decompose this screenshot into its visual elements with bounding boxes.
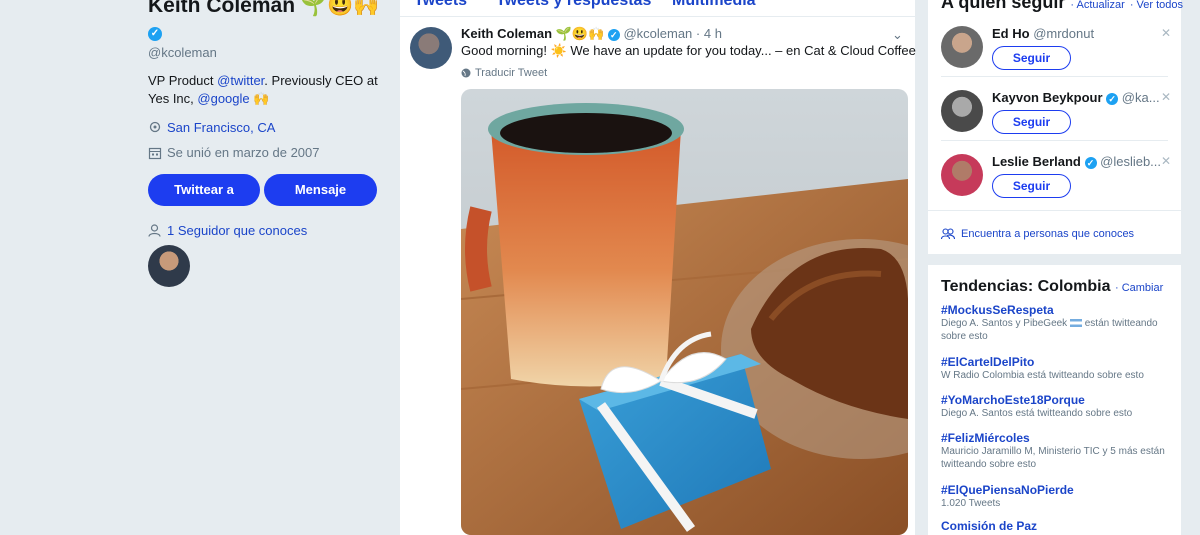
find-people-link[interactable]: Encuentra a personas que conoces [941, 228, 1134, 240]
suggestion-handle: @ka... [1121, 90, 1160, 105]
trend-item[interactable]: #ElQuePiensaNoPierde 1.020 Tweets [941, 483, 1171, 510]
divider [928, 210, 1181, 211]
trend-tag[interactable]: #ElQuePiensaNoPierde [941, 483, 1171, 497]
profile-handle: @kcoleman [148, 45, 217, 60]
suggestion-handle: @leslieb... [1100, 154, 1162, 169]
profile-name: Keith Coleman [148, 0, 296, 17]
profile-tabs: Tweets Tweets y respuestas Multimedia [400, 0, 915, 16]
chevron-down-icon[interactable]: ⌄ [892, 27, 903, 43]
trend-tag[interactable]: #MockusSeRespeta [941, 303, 1171, 317]
profile-name-row: Keith Coleman 🌱😃🙌 [148, 0, 379, 18]
tab-media[interactable]: Multimedia [672, 0, 756, 10]
tweet-author-handle[interactable]: @kcoleman [623, 26, 692, 41]
view-all-link[interactable]: · Ver todos [1130, 0, 1183, 11]
trend-item[interactable]: #YoMarchoEste18Porque Diego A. Santos es… [941, 393, 1171, 420]
tab-tweets[interactable]: Tweets [414, 0, 467, 10]
tweet-timeline: Keith Coleman 🌱😃🙌 ✓ @kcoleman · 4 h ⌄ Go… [400, 17, 916, 535]
user-icon [148, 224, 161, 237]
followers-you-know-link[interactable]: 1 Seguidor que conoces [148, 223, 307, 238]
change-link[interactable]: · Cambiar [1115, 282, 1163, 294]
joined-text: Se unió en marzo de 2007 [167, 145, 320, 160]
verified-badge-icon: ✓ [607, 28, 620, 41]
profile-emoji: 🌱😃🙌 [300, 0, 380, 17]
bio-text: VP Product [148, 73, 218, 88]
verified-badge-icon: ✓ [1106, 92, 1119, 105]
suggestion-name[interactable]: Kayvon Beykpour [992, 90, 1103, 105]
trend-context: 1.020 Tweets [941, 498, 1001, 509]
follow-button[interactable]: Seguir [992, 46, 1071, 70]
tweet-author-emoji: 🌱😃🙌 [555, 26, 605, 41]
close-icon[interactable]: ✕ [1161, 154, 1171, 168]
profile-location: San Francisco, CA [148, 120, 275, 135]
suggestion-name-row: Ed Ho @mrdonut [992, 26, 1094, 41]
bio-emoji: 🙌 [253, 91, 270, 106]
divider [941, 140, 1168, 141]
bio-link-twitter[interactable]: @twitter [217, 73, 264, 88]
argentina-flag-icon [1069, 319, 1082, 328]
trend-item[interactable]: #FelizMiércoles Mauricio Jaramillo M, Mi… [941, 431, 1171, 471]
translate-label: Traducir Tweet [475, 67, 548, 79]
trend-tag[interactable]: #FelizMiércoles [941, 431, 1171, 445]
trend-context: Diego A. Santos y PibeGeek están twittea… [941, 317, 1171, 343]
profile-joined: Se unió en marzo de 2007 [148, 145, 320, 160]
follow-button[interactable]: Seguir [992, 174, 1071, 198]
trend-context-text: Diego A. Santos y PibeGeek [941, 318, 1068, 329]
tweet-to-button[interactable]: Twittear a [148, 174, 260, 206]
tweet-author-name[interactable]: Keith Coleman [461, 26, 552, 41]
suggestion-avatar[interactable] [941, 90, 983, 132]
suggestion-item: Ed Ho @mrdonut ✕ Seguir [928, 20, 1181, 84]
close-icon[interactable]: ✕ [1161, 90, 1171, 104]
tweet-photo[interactable] [461, 89, 908, 535]
divider [941, 76, 1168, 77]
who-to-follow-card: A quién seguir · Actualizar · Ver todos … [928, 0, 1183, 254]
suggestion-avatar[interactable] [941, 154, 983, 196]
follower-avatar[interactable] [148, 245, 190, 287]
suggestion-item: Kayvon Beykpour ✓ @ka... ✕ Seguir [928, 84, 1181, 148]
translate-tweet-link[interactable]: Traducir Tweet [461, 67, 547, 79]
location-link[interactable]: San Francisco, CA [167, 120, 275, 135]
followers-you-know-label: 1 Seguidor que conoces [167, 223, 308, 238]
tab-tweets-and-replies[interactable]: Tweets y respuestas [496, 0, 651, 10]
coffee-gift-image [461, 89, 908, 535]
who-to-follow-title: A quién seguir · Actualizar · Ver todos [941, 0, 1183, 13]
suggestion-name-row: Kayvon Beykpour ✓ @ka... [992, 90, 1160, 105]
suggestion-name[interactable]: Ed Ho [992, 26, 1030, 41]
trend-tag[interactable]: Comisión de Paz [941, 519, 1171, 533]
tweet-header: Keith Coleman 🌱😃🙌 ✓ @kcoleman · 4 h [461, 26, 722, 42]
verified-badge-icon: ✓ [1084, 156, 1097, 169]
tweet-timestamp[interactable]: · 4 h [696, 26, 722, 41]
bio-link-google[interactable]: @google [197, 91, 249, 106]
suggestion-avatar[interactable] [941, 26, 983, 68]
trend-tag[interactable]: #ElCartelDelPito [941, 355, 1171, 369]
people-icon [941, 228, 955, 240]
close-icon[interactable]: ✕ [1161, 26, 1171, 40]
trends-title: Tendencias: Colombia · Cambiar [941, 278, 1163, 296]
find-people-label: Encuentra a personas que conoces [961, 228, 1135, 240]
trend-item[interactable]: Comisión de Paz [941, 519, 1171, 533]
follow-button[interactable]: Seguir [992, 110, 1071, 134]
trend-item[interactable]: #ElCartelDelPito W Radio Colombia está t… [941, 355, 1171, 382]
suggestion-item: Leslie Berland ✓ @leslieb... ✕ Seguir [928, 148, 1181, 212]
trend-context: Mauricio Jaramillo M, Ministerio TIC y 5… [941, 446, 1165, 470]
profile-bio: VP Product @twitter. Previously CEO at Y… [148, 72, 378, 108]
verified-badge-icon: ✓ [148, 27, 162, 41]
location-pin-icon [149, 121, 161, 132]
trend-context: W Radio Colombia está twitteando sobre e… [941, 370, 1144, 381]
suggestion-name-row: Leslie Berland ✓ @leslieb... [992, 154, 1161, 169]
who-to-follow-heading: A quién seguir [941, 0, 1066, 12]
tweet-author-avatar[interactable] [410, 27, 452, 69]
trend-tag[interactable]: #YoMarchoEste18Porque [941, 393, 1171, 407]
message-button[interactable]: Mensaje [264, 174, 377, 206]
suggestion-handle: @mrdonut [1033, 26, 1095, 41]
trends-heading: Tendencias: Colombia [941, 278, 1111, 295]
trends-card: Tendencias: Colombia · Cambiar #MockusSe… [928, 265, 1181, 535]
calendar-icon [148, 147, 162, 159]
trend-context: Diego A. Santos está twitteando sobre es… [941, 408, 1133, 419]
refresh-link[interactable]: · Actualizar [1070, 0, 1124, 11]
globe-icon [461, 68, 471, 78]
suggestion-name[interactable]: Leslie Berland [992, 154, 1081, 169]
trend-item[interactable]: #MockusSeRespeta Diego A. Santos y PibeG… [941, 303, 1171, 343]
tweet-text: Good morning! ☀️ We have an update for y… [461, 43, 916, 58]
